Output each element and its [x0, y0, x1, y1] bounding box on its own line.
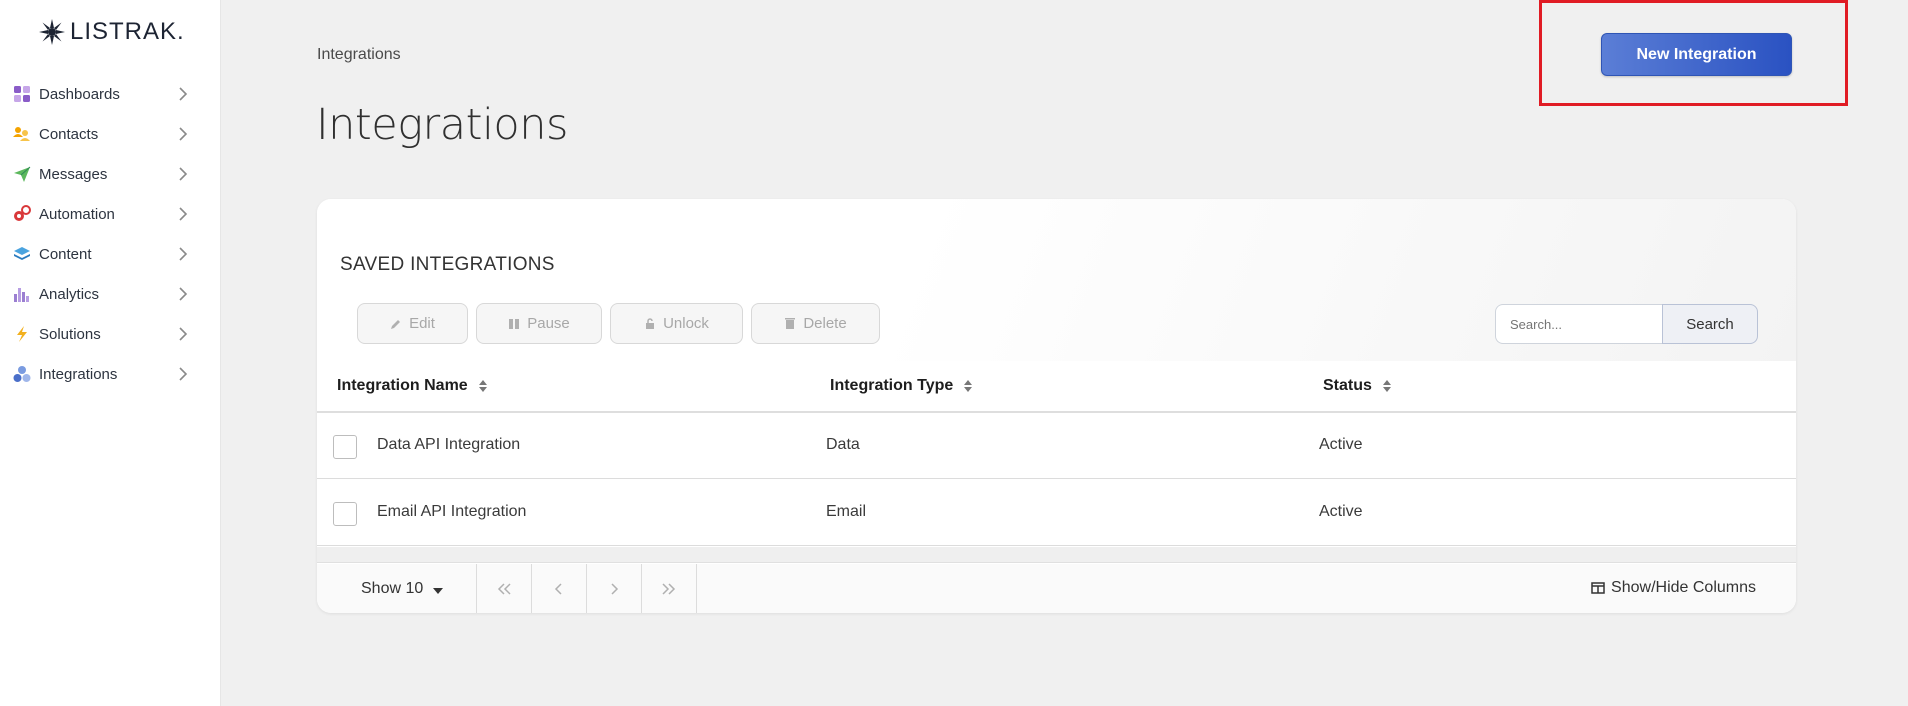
sidebar-item-label: Content	[39, 245, 92, 263]
sidebar-item-label: Contacts	[39, 125, 99, 143]
integration-type: Data	[826, 436, 860, 453]
sidebar-item-label: Analytics	[39, 285, 100, 303]
sort-icon	[478, 380, 487, 392]
contacts-icon	[12, 124, 32, 144]
page-size-select[interactable]: Show 10	[317, 564, 477, 613]
integration-status: Active	[1319, 436, 1363, 453]
content-icon	[12, 244, 32, 264]
column-header-name[interactable]: Integration Name	[337, 361, 488, 411]
search-input[interactable]	[1495, 304, 1663, 344]
unlock-button[interactable]: Unlock	[610, 303, 743, 344]
sidebar-item-label: Messages	[39, 165, 108, 183]
table-scroll-strip	[317, 547, 1796, 563]
card-title: SAVED INTEGRATIONS	[340, 254, 555, 275]
column-header-label: Integration Name	[337, 377, 468, 394]
pause-button[interactable]: Pause	[476, 303, 602, 344]
sidebar-item-solutions[interactable]: Solutions	[0, 314, 221, 354]
chevron-left-icon	[554, 582, 562, 595]
previous-page-button[interactable]	[532, 564, 587, 613]
columns-icon	[1591, 582, 1605, 594]
row-checkbox[interactable]	[333, 435, 357, 459]
caret-down-icon	[433, 587, 444, 594]
column-header-label: Integration Type	[830, 377, 954, 394]
chevron-right-icon	[179, 127, 188, 141]
sidebar: LISTRAK. Dashboards Contacts Messages Au…	[0, 0, 221, 706]
show-hide-columns-label: Show/Hide Columns	[1611, 579, 1756, 596]
delete-label: Delete	[803, 315, 847, 332]
integration-type: Email	[826, 503, 867, 520]
column-header-type[interactable]: Integration Type	[830, 361, 973, 411]
column-header-status[interactable]: Status	[1323, 361, 1392, 411]
messages-icon	[12, 164, 32, 184]
page-size-label: Show 10	[361, 579, 424, 597]
solutions-icon	[12, 324, 32, 344]
sort-icon	[964, 380, 973, 392]
pause-icon	[509, 318, 520, 329]
last-page-button[interactable]	[642, 564, 697, 613]
chevron-right-icon	[179, 367, 188, 381]
integrations-icon	[12, 364, 32, 384]
sidebar-item-messages[interactable]: Messages	[0, 154, 221, 194]
pause-label: Pause	[527, 315, 570, 332]
sidebar-item-contacts[interactable]: Contacts	[0, 114, 221, 154]
table-row[interactable]: Data API Integration Data Active	[317, 413, 1796, 479]
saved-integrations-card: SAVED INTEGRATIONS Edit Pause Unlock Del…	[317, 199, 1796, 613]
sidebar-item-label: Integrations	[39, 365, 118, 383]
double-chevron-right-icon	[662, 582, 676, 595]
integration-name: Data API Integration	[377, 436, 521, 453]
row-checkbox[interactable]	[333, 502, 357, 526]
highlight-box	[1539, 0, 1848, 106]
listrak-mark-icon	[39, 19, 65, 45]
sidebar-item-content[interactable]: Content	[0, 234, 221, 274]
brand-name: LISTRAK.	[70, 18, 185, 45]
chevron-right-icon	[179, 327, 188, 341]
chevron-right-icon	[179, 87, 188, 101]
sidebar-item-label: Dashboards	[39, 85, 120, 103]
trash-icon	[785, 318, 796, 329]
pencil-icon	[391, 319, 401, 329]
chevron-right-icon	[179, 247, 188, 261]
breadcrumb: Integrations	[317, 46, 401, 63]
chevron-right-icon	[179, 167, 188, 181]
edit-label: Edit	[409, 315, 435, 332]
edit-button[interactable]: Edit	[357, 303, 468, 344]
dashboards-icon	[12, 84, 32, 104]
automation-icon	[12, 204, 32, 224]
chevron-right-icon	[179, 207, 188, 221]
first-page-button[interactable]	[477, 564, 532, 613]
sidebar-item-automation[interactable]: Automation	[0, 194, 221, 234]
next-page-button[interactable]	[587, 564, 642, 613]
double-chevron-left-icon	[497, 582, 511, 595]
unlock-label: Unlock	[663, 315, 709, 332]
table-footer: Show 10 Show/Hide Columns	[317, 564, 1796, 613]
chevron-right-icon	[179, 287, 188, 301]
sidebar-item-integrations[interactable]: Integrations	[0, 354, 221, 394]
sort-icon	[1382, 380, 1391, 392]
show-hide-columns-button[interactable]: Show/Hide Columns	[1591, 579, 1756, 597]
search-button[interactable]: Search	[1662, 304, 1758, 344]
chevron-right-icon	[611, 582, 619, 595]
listrak-logo[interactable]: LISTRAK.	[38, 18, 185, 46]
integration-name: Email API Integration	[377, 503, 527, 520]
sidebar-nav: Dashboards Contacts Messages Automation	[0, 74, 221, 394]
table-row[interactable]: Email API Integration Email Active	[317, 480, 1796, 546]
column-header-label: Status	[1323, 377, 1372, 394]
analytics-icon	[12, 284, 32, 304]
integration-status: Active	[1319, 503, 1363, 520]
delete-button[interactable]: Delete	[751, 303, 880, 344]
page-title: Integrations	[316, 100, 568, 150]
sidebar-item-label: Automation	[39, 205, 115, 223]
sidebar-item-label: Solutions	[39, 325, 101, 343]
unlock-icon	[646, 318, 655, 329]
sidebar-item-analytics[interactable]: Analytics	[0, 274, 221, 314]
sidebar-item-dashboards[interactable]: Dashboards	[0, 74, 221, 114]
